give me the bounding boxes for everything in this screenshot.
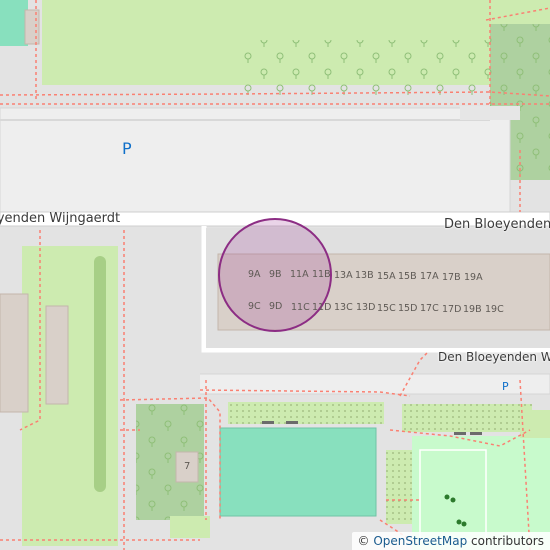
wood-north <box>232 40 490 100</box>
house-number: 11B <box>312 269 331 280</box>
building-nw <box>24 9 40 45</box>
house-number: 13B <box>355 270 374 281</box>
sports-pitch <box>219 427 377 517</box>
house-number: 15B <box>398 271 417 282</box>
house-number: 9D <box>269 301 283 312</box>
house-number: 17A <box>420 271 439 282</box>
street-label-main-east: Den Bloeyenden Wijngaerdt <box>444 217 550 232</box>
house-number: 11A <box>290 269 309 280</box>
grass-north-east <box>490 0 550 24</box>
hedge-west <box>94 256 106 492</box>
parking-lot <box>0 107 511 213</box>
parking-south <box>191 373 550 395</box>
house-number: 17C <box>420 303 439 314</box>
parking-icon[interactable]: P <box>122 141 132 157</box>
building-west <box>0 293 29 413</box>
house-number: 19B <box>463 304 482 315</box>
house-number: 15A <box>377 271 396 282</box>
pitch-nw <box>0 0 28 46</box>
street-label-main-west: Den Bloeyenden Wijngaerdt <box>0 211 121 226</box>
house-number: 15C <box>377 303 396 314</box>
house-number: 11D <box>312 302 332 313</box>
osm-link[interactable]: OpenStreetMap <box>373 534 467 548</box>
house-number: 13A <box>334 270 353 281</box>
house-number: 11C <box>291 302 310 313</box>
house-number: 13D <box>356 302 376 313</box>
attribution-suffix: contributors <box>471 534 544 548</box>
house-number: 15D <box>398 303 418 314</box>
house-number: 9C <box>248 301 261 312</box>
house-number: 19C <box>485 304 504 315</box>
house-number: 17B <box>442 272 461 283</box>
house-number: 9B <box>269 269 282 280</box>
house-number: 13C <box>334 302 353 313</box>
house-number: 17D <box>442 304 462 315</box>
copyright-symbol: © <box>357 534 370 548</box>
street-label-service: Den Bloeyenden Wijngaerdt <box>438 350 550 364</box>
parking-icon-small[interactable]: P <box>502 381 509 392</box>
building-number-label: 7 <box>184 461 191 472</box>
house-number: 19A <box>464 272 483 283</box>
house-number: 9A <box>248 269 261 280</box>
building-west-2 <box>45 305 69 405</box>
map-view[interactable]: Den Bloeyenden Wijngaerdt Den Bloeyenden… <box>0 0 550 550</box>
map-attribution: © OpenStreetMap contributors <box>351 532 550 550</box>
